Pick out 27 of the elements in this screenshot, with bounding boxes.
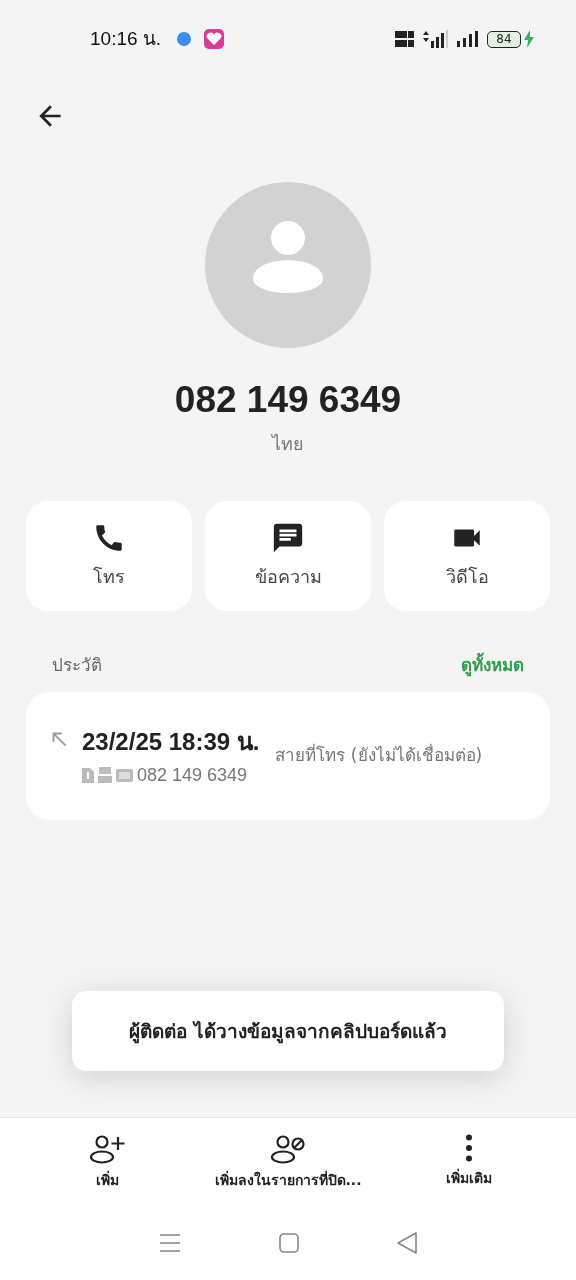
menu-icon[interactable] [159,1233,181,1253]
signal-icon [457,31,479,47]
history-heading: ประวัติ [52,653,102,677]
contact-number: 082 149 6349 [174,378,402,422]
block-person-icon [270,1134,306,1164]
call-datetime: 23/2/25 18:39 น. [82,726,260,757]
sim-icon [82,767,94,783]
message-button[interactable]: ข้อความ [205,500,371,611]
add-contact-button[interactable]: เพิ่ม [40,1134,175,1206]
block-contact-button[interactable]: เพิ่มลงในรายการที่ปิด... [174,1134,402,1206]
mobile-data-signal-icon [421,30,449,48]
back-icon[interactable] [397,1232,417,1254]
toast-message: ผู้ติดต่อ ได้วางข้อมูลจากคลิปบอร์ดแล้ว [72,991,504,1071]
app-notification-icon [176,31,193,47]
call-status: สายที่โทร (ยังไม่ได้เชื่อมต่อ) [275,743,483,768]
shopping-app-icon [204,29,225,49]
call-number: 082 149 6349 [137,763,248,787]
more-icon [464,1134,473,1162]
home-icon[interactable] [279,1233,299,1253]
contact-location: ไทย [272,431,304,456]
more-contact-button[interactable]: เพิ่มเติม [401,1134,536,1206]
status-time: 10:16 น. [90,26,162,51]
add-person-icon [89,1134,125,1164]
video-button[interactable]: วิดีโอ [384,500,550,611]
call-history-card[interactable]: 23/2/25 18:39 น. 082 149 6349 สายที่โทร (ยังไม่ได้เชื่อมต่อ) [26,692,550,820]
battery-indicator: 84 [487,30,521,48]
call-button[interactable]: โทร [26,500,192,611]
